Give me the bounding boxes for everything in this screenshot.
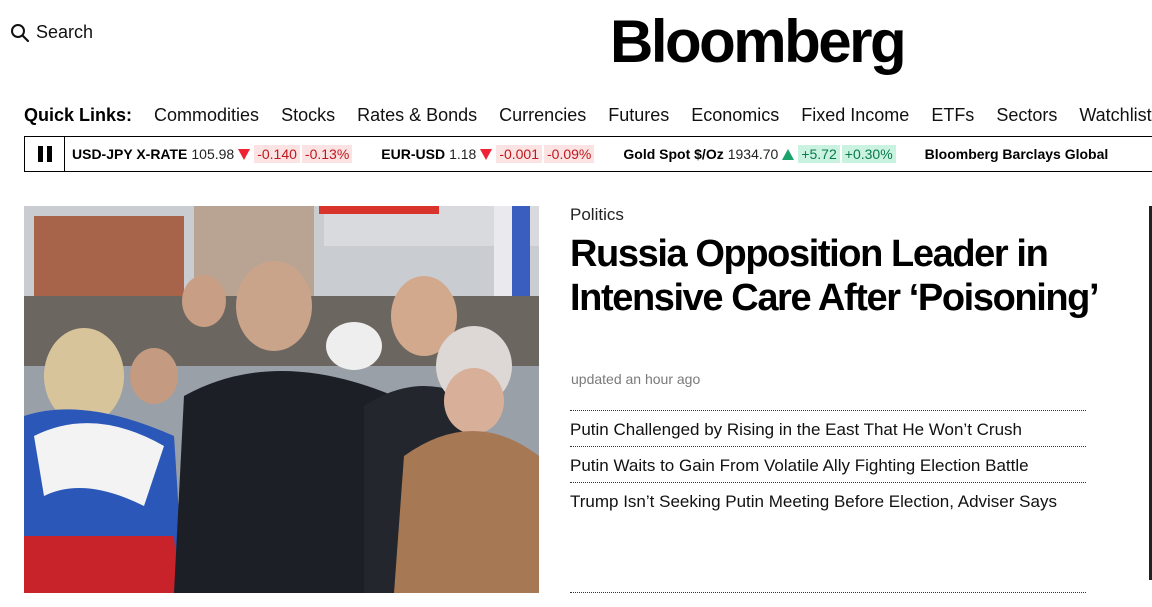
ticker-item[interactable]: Gold Spot $/Oz 1934.70 +5.72 +0.30% xyxy=(623,145,897,163)
ticker-name: Bloomberg Barclays Global xyxy=(924,146,1109,162)
ticker-item[interactable]: USD-JPY X-RATE 105.98 -0.140 -0.13% xyxy=(72,145,354,163)
search-label: Search xyxy=(36,22,94,42)
down-arrow-icon xyxy=(238,148,251,160)
up-arrow-icon xyxy=(782,148,795,160)
section-divider xyxy=(570,592,1086,593)
ticker-percent: -0.13% xyxy=(301,145,353,163)
market-ticker: USD-JPY X-RATE 105.98 -0.140 -0.13% EUR-… xyxy=(24,136,1152,172)
ticker-item[interactable]: Bloomberg Barclays Global xyxy=(925,146,1113,162)
down-arrow-icon xyxy=(480,148,493,160)
related-story-link[interactable]: Putin Waits to Gain From Volatile Ally F… xyxy=(570,446,1086,482)
protest-crowd-photo xyxy=(24,206,539,593)
related-stories: Putin Challenged by Rising in the East T… xyxy=(570,410,1086,518)
quick-link-futures[interactable]: Futures xyxy=(608,105,669,126)
story-image[interactable] xyxy=(24,206,539,593)
ticker-change: +5.72 xyxy=(798,145,840,163)
ticker-price: 1934.70 xyxy=(727,146,779,162)
ticker-percent: +0.30% xyxy=(841,145,896,163)
search-icon xyxy=(11,23,30,42)
quick-link-rates-bonds[interactable]: Rates & Bonds xyxy=(357,105,477,126)
pause-ticker-button[interactable] xyxy=(25,137,65,171)
quick-link-fixed-income[interactable]: Fixed Income xyxy=(801,105,909,126)
search-button[interactable]: Search xyxy=(10,22,93,43)
ticker-name: Gold Spot $/Oz xyxy=(623,146,724,162)
ticker-percent: -0.09% xyxy=(544,145,595,163)
story-updated-time: updated an hour ago xyxy=(571,371,701,387)
related-story-link[interactable]: Putin Challenged by Rising in the East T… xyxy=(570,410,1086,446)
quick-link-etfs[interactable]: ETFs xyxy=(931,105,974,126)
pause-icon xyxy=(37,146,43,162)
quick-link-stocks[interactable]: Stocks xyxy=(281,105,335,126)
ticker-price: 1.18 xyxy=(449,146,477,162)
story-kicker[interactable]: Politics xyxy=(570,205,624,225)
ticker-change: -0.001 xyxy=(496,145,543,163)
bloomberg-logo[interactable]: Bloomberg xyxy=(610,6,907,78)
ticker-price: 105.98 xyxy=(191,146,235,162)
ticker-item[interactable]: EUR-USD 1.18 -0.001 -0.09% xyxy=(381,145,596,163)
ticker-change: -0.140 xyxy=(254,145,300,163)
quick-link-economics[interactable]: Economics xyxy=(691,105,779,126)
ticker-name: EUR-USD xyxy=(381,146,446,162)
ticker-name: USD-JPY X-RATE xyxy=(72,146,188,162)
quick-link-sectors[interactable]: Sectors xyxy=(996,105,1057,126)
quick-link-currencies[interactable]: Currencies xyxy=(499,105,586,126)
quick-link-commodities[interactable]: Commodities xyxy=(154,105,259,126)
quick-links-title: Quick Links: xyxy=(24,105,133,125)
story-headline[interactable]: Russia Opposition Leader in Intensive Ca… xyxy=(570,232,1100,320)
quick-links-bar: Quick Links: Commodities Stocks Rates & … xyxy=(24,105,1152,126)
quick-link-watchlist[interactable]: Watchlist xyxy=(1079,105,1151,126)
related-story-link[interactable]: Trump Isn’t Seeking Putin Meeting Before… xyxy=(570,482,1086,518)
